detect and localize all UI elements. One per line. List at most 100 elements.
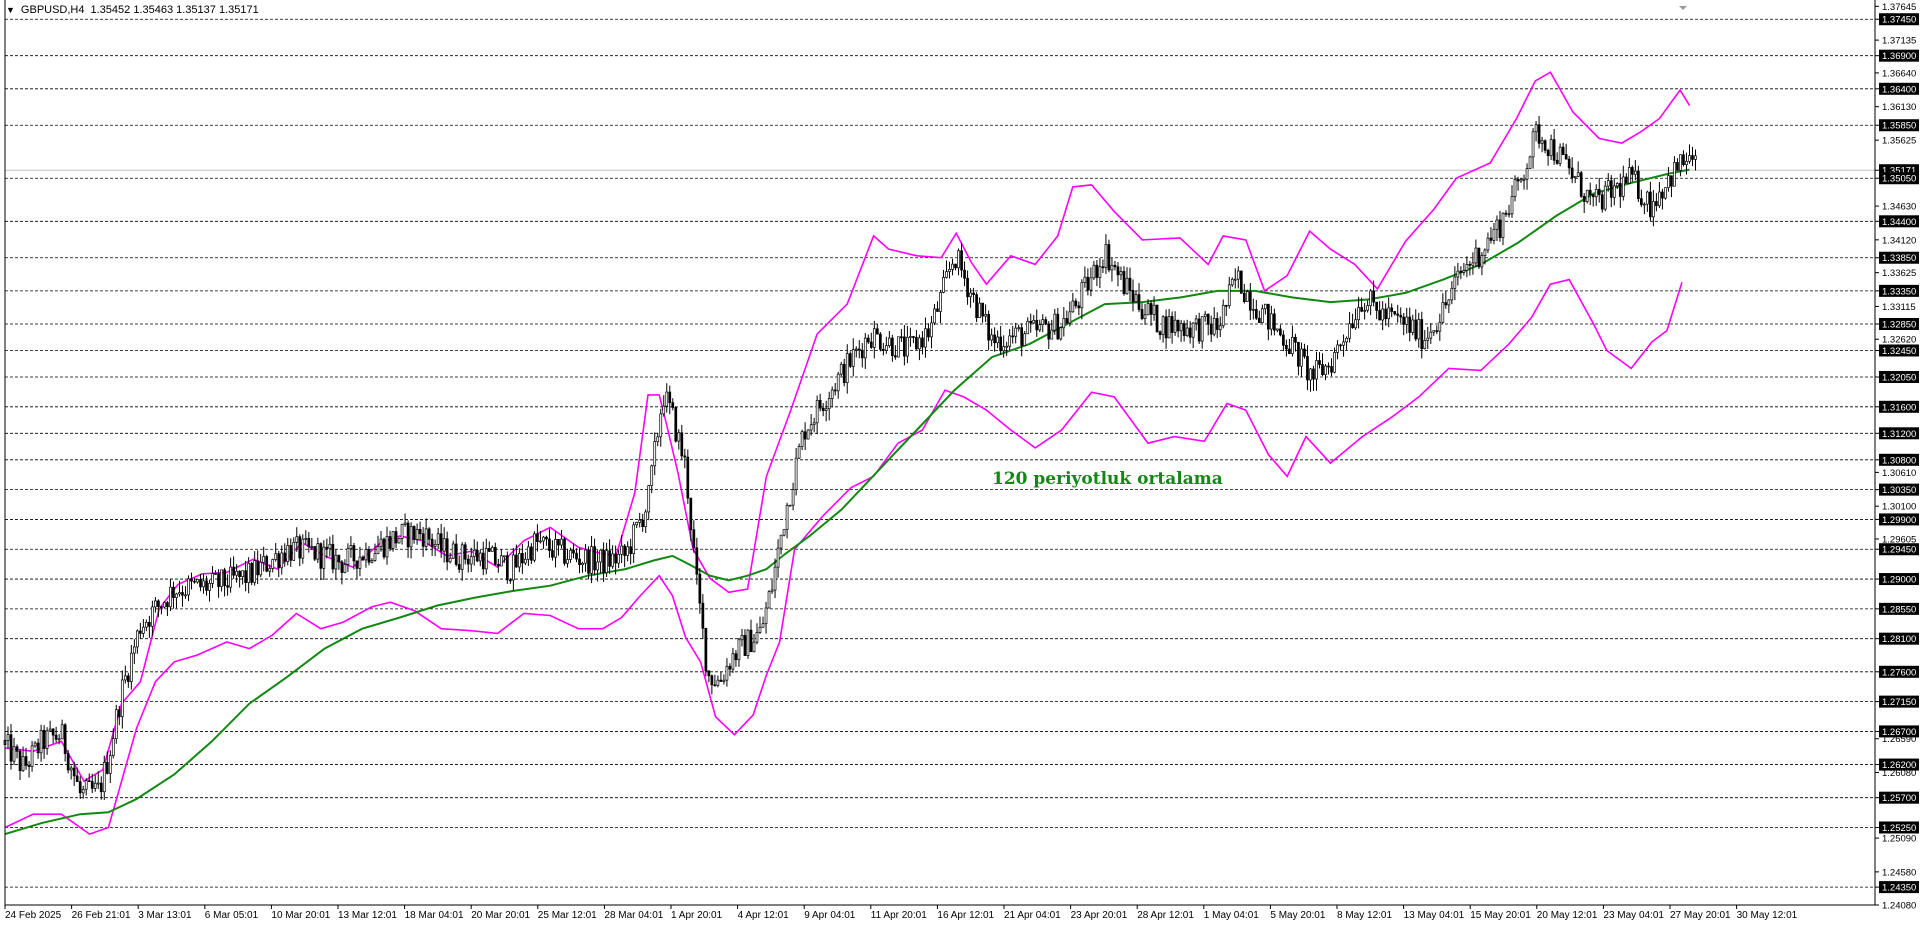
- candle-body: [1011, 335, 1015, 338]
- candle-body: [93, 782, 97, 789]
- candle-body: [1092, 264, 1096, 279]
- candle-body: [1212, 318, 1216, 335]
- candle-body: [650, 465, 654, 486]
- candle-body: [734, 653, 738, 661]
- candle-body: [193, 580, 196, 583]
- candle-body: [1321, 364, 1324, 376]
- candle-body: [45, 730, 49, 749]
- candle-body: [310, 546, 314, 548]
- candle-body: [620, 545, 623, 555]
- candle-body: [1038, 324, 1042, 331]
- candle-body: [1447, 299, 1451, 306]
- candle-body: [812, 422, 816, 426]
- x-tick-label: 6 Mar 05:01: [205, 910, 259, 921]
- candle-body: [409, 526, 413, 548]
- candle-body: [220, 569, 223, 587]
- x-tick-label: 20 May 12:01: [1537, 910, 1598, 921]
- candle-body: [6, 734, 10, 741]
- candle-body: [927, 328, 930, 338]
- candle-body: [397, 538, 401, 544]
- candle-body: [1573, 175, 1577, 179]
- candle-body: [987, 314, 990, 341]
- candle-body: [539, 540, 542, 543]
- candle-body: [593, 546, 596, 571]
- candle-body: [232, 566, 235, 576]
- y-tick-label: 1.27150: [1882, 697, 1916, 708]
- y-tick-label: 1.28100: [1882, 634, 1916, 645]
- candle-body: [584, 549, 587, 564]
- candle-body: [1161, 316, 1165, 336]
- candle-body: [731, 653, 735, 670]
- x-tick-label: 1 Apr 20:01: [671, 910, 723, 921]
- x-tick-label: 28 Mar 04:01: [604, 910, 663, 921]
- y-tick-label: 1.25700: [1882, 793, 1916, 804]
- candle-body: [1366, 305, 1369, 311]
- candle-body: [1047, 323, 1051, 340]
- candle-body: [1694, 155, 1697, 160]
- candle-body: [114, 709, 118, 739]
- candle-body: [142, 626, 145, 634]
- x-tick-label: 1 May 04:01: [1204, 910, 1259, 921]
- candle-body: [445, 538, 449, 563]
- candle-body: [1303, 348, 1306, 357]
- candle-body: [560, 538, 563, 546]
- candle-body: [1107, 244, 1111, 271]
- candle-body: [1676, 162, 1679, 171]
- candle-body: [1176, 319, 1180, 332]
- candle-body: [644, 511, 648, 528]
- candle-body: [518, 553, 521, 568]
- candle-body: [1670, 175, 1673, 187]
- y-tick-label: 1.27600: [1882, 667, 1916, 678]
- x-tick-label: 4 Apr 12:01: [738, 910, 790, 921]
- candle-body: [415, 528, 419, 540]
- candle-body: [1276, 328, 1279, 331]
- candle-body: [728, 665, 732, 670]
- candle-body: [857, 348, 861, 351]
- candle-body: [1215, 318, 1219, 330]
- x-tick-label: 18 Mar 04:01: [405, 910, 464, 921]
- candle-body: [334, 554, 338, 570]
- candle-body: [322, 546, 326, 569]
- candle-body: [1582, 196, 1586, 202]
- candle-body: [1585, 189, 1589, 202]
- candle-body: [1390, 307, 1394, 312]
- candle-body: [930, 322, 933, 338]
- candle-body: [1399, 314, 1403, 318]
- y-tick-label: 1.34400: [1882, 217, 1916, 228]
- candle-body: [457, 564, 461, 570]
- y-tick-label: 1.35850: [1882, 121, 1916, 132]
- candle-body: [614, 553, 617, 564]
- candle-body: [1333, 352, 1336, 373]
- y-tick-label: 1.29450: [1882, 545, 1916, 556]
- candle-body: [1435, 330, 1439, 332]
- candle-body: [253, 560, 257, 583]
- candle-body: [274, 553, 278, 560]
- candle-body: [1489, 237, 1493, 241]
- candle-body: [136, 630, 139, 648]
- candle-body: [1137, 294, 1141, 310]
- candle-body: [1378, 310, 1382, 321]
- candle-body: [545, 536, 548, 540]
- candle-body: [1041, 319, 1045, 325]
- candle-body: [1209, 323, 1213, 335]
- candle-body: [957, 250, 960, 269]
- candle-body: [24, 756, 28, 766]
- candle-body: [872, 328, 876, 348]
- candle-body: [1206, 313, 1210, 325]
- y-tick-label: 1.34630: [1882, 202, 1916, 213]
- candle-body: [1044, 319, 1048, 325]
- candle-body: [1630, 167, 1634, 175]
- candle-body: [1089, 277, 1093, 291]
- candle-body: [698, 573, 702, 604]
- candle-body: [1552, 139, 1556, 161]
- candle-body: [1624, 176, 1628, 184]
- candle-body: [214, 573, 217, 575]
- candle-body: [566, 559, 569, 564]
- x-tick-label: 9 Apr 04:01: [804, 910, 856, 921]
- candle-body: [866, 337, 870, 343]
- candle-body: [1008, 335, 1012, 347]
- candle-body: [1633, 170, 1637, 175]
- candle-body: [481, 552, 485, 570]
- candle-body: [1636, 170, 1640, 199]
- triangle-down-icon[interactable]: ▼: [6, 4, 15, 17]
